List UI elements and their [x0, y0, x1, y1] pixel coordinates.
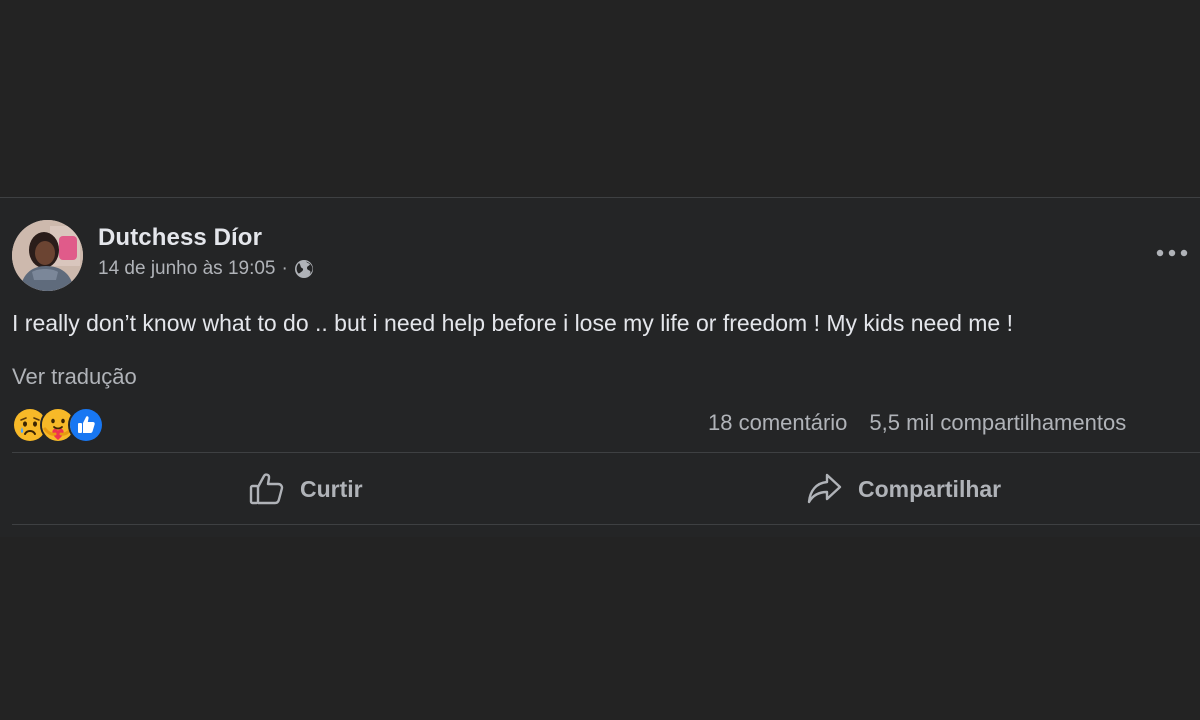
page: Dutchess Díor 14 de junho às 19:05 · I r… [0, 0, 1200, 720]
divider [12, 452, 1200, 453]
like-label: Curtir [300, 475, 363, 502]
avatar-image [12, 220, 83, 291]
like-button[interactable]: Curtir [248, 454, 363, 524]
thumbs-up-icon [249, 473, 284, 505]
separator-dot: · [281, 258, 288, 279]
more-options-icon[interactable] [1152, 238, 1192, 268]
post-subline: 14 de junho às 19:05 · [98, 257, 314, 281]
see-translation-link[interactable]: Ver tradução [12, 363, 137, 391]
post-text: I really don’t know what to do .. but i … [12, 310, 1014, 336]
like-reaction-icon [68, 407, 104, 443]
author-name[interactable]: Dutchess Díor [98, 223, 314, 253]
globe-icon [294, 259, 314, 279]
comments-count[interactable]: 18 comentário [708, 409, 847, 437]
avatar[interactable] [12, 220, 83, 291]
share-label: Compartilhar [858, 475, 1002, 502]
share-button[interactable]: Compartilhar [806, 454, 1001, 524]
divider [12, 524, 1200, 525]
post-header: Dutchess Díor 14 de junho às 19:05 · [12, 220, 314, 291]
post-card: Dutchess Díor 14 de junho às 19:05 · I r… [0, 197, 1200, 537]
engagement-counts: 18 comentário 5,5 mil compartilhamentos [708, 409, 1148, 437]
shares-count[interactable]: 5,5 mil compartilhamentos [869, 409, 1126, 437]
share-arrow-icon [807, 473, 842, 504]
post-actions: Curtir Compartilhar [12, 454, 1200, 524]
post-date[interactable]: 14 de junho às 19:05 [98, 257, 276, 281]
reactions-summary[interactable] [12, 407, 104, 443]
post-meta: Dutchess Díor 14 de junho às 19:05 · [98, 220, 314, 281]
